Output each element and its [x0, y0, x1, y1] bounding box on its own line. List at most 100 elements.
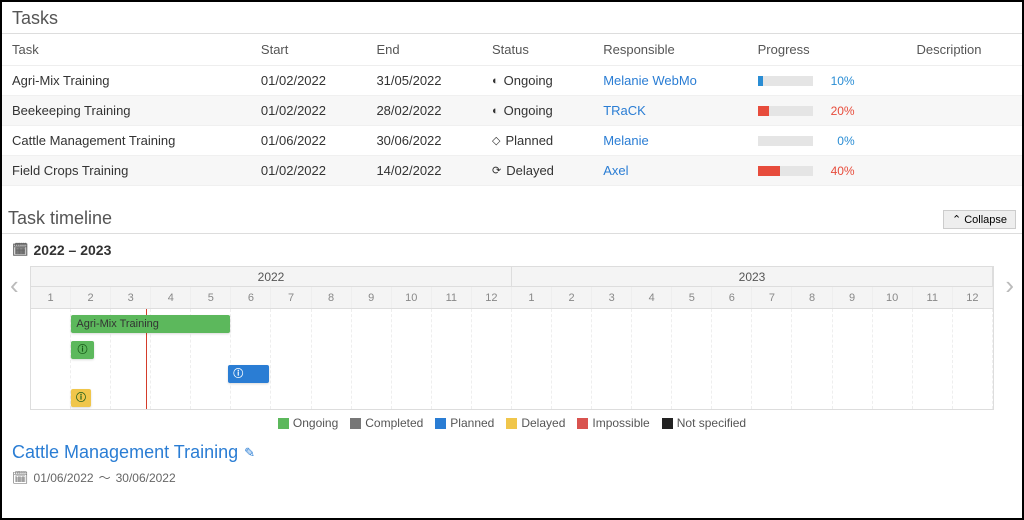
gantt-bar-planned[interactable]: ⓘ	[228, 365, 268, 383]
status-icon: ◐	[492, 75, 499, 87]
legend-item: Planned	[435, 416, 494, 430]
table-row[interactable]: Field Crops Training01/02/202214/02/2022…	[2, 156, 1022, 186]
col-status[interactable]: Status	[482, 34, 593, 66]
gantt-month-header: 11	[913, 287, 953, 308]
col-progress[interactable]: Progress	[748, 34, 907, 66]
legend-label: Planned	[450, 416, 494, 430]
gantt-month-header: 8	[312, 287, 352, 308]
responsible-link[interactable]: Melanie WebMo	[603, 73, 697, 88]
task-status: ⟳Delayed	[492, 163, 583, 178]
gantt-month-header: 1	[31, 287, 71, 308]
tasks-section-title: Tasks	[2, 2, 1022, 34]
tasks-header-row: Task Start End Status Responsible Progre…	[2, 34, 1022, 66]
legend-label: Impossible	[592, 416, 649, 430]
col-description[interactable]: Description	[906, 34, 1022, 66]
status-text: Ongoing	[504, 73, 553, 88]
timeline-title: Task timeline	[8, 208, 112, 229]
legend-swatch	[506, 418, 517, 429]
progress-value: 10%	[825, 74, 855, 88]
gantt-month-header: 12	[472, 287, 512, 308]
progress-bar	[758, 136, 813, 146]
task-detail-end: 30/06/2022	[116, 471, 176, 485]
gantt-prev-button[interactable]: ‹	[10, 270, 19, 301]
responsible-link[interactable]: TRaCK	[603, 103, 646, 118]
gantt-month-header: 12	[953, 287, 993, 308]
col-responsible[interactable]: Responsible	[593, 34, 747, 66]
gantt-month-header: 4	[151, 287, 191, 308]
status-text: Planned	[505, 133, 553, 148]
task-status: ◐ Ongoing	[492, 73, 583, 88]
gantt-bar-ongoing[interactable]: ⓘ	[71, 341, 93, 359]
gantt-month-header: 5	[191, 287, 231, 308]
progress-bar	[758, 106, 813, 116]
col-start[interactable]: Start	[251, 34, 367, 66]
task-name: Field Crops Training	[2, 156, 251, 186]
gantt-month-header: 1	[512, 287, 552, 308]
gantt-month-header: 11	[432, 287, 472, 308]
progress-bar	[758, 76, 813, 86]
task-name: Beekeeping Training	[2, 96, 251, 126]
task-end: 28/02/2022	[366, 96, 482, 126]
edit-icon[interactable]: ✎	[244, 445, 255, 461]
responsible-link[interactable]: Melanie	[603, 133, 649, 148]
col-task[interactable]: Task	[2, 34, 251, 66]
task-detail-title[interactable]: Cattle Management Training ✎	[2, 436, 1022, 465]
progress-value: 0%	[825, 134, 855, 148]
gantt-month-header: 3	[111, 287, 151, 308]
legend-item: Completed	[350, 416, 423, 430]
task-description	[906, 126, 1022, 156]
gantt-month-header: 7	[752, 287, 792, 308]
gantt-bar-ongoing[interactable]: Agri-Mix Training	[71, 315, 230, 333]
task-description	[906, 96, 1022, 126]
gantt-month-header: 9	[833, 287, 873, 308]
chevron-up-icon: ⌃	[952, 213, 961, 226]
task-detail-title-text: Cattle Management Training	[12, 442, 238, 463]
gantt-month-header: 4	[632, 287, 672, 308]
legend-swatch	[577, 418, 588, 429]
progress-value: 40%	[825, 164, 855, 178]
legend-label: Completed	[365, 416, 423, 430]
task-start: 01/02/2022	[251, 156, 367, 186]
gantt-chart: 20222023 123456789101112123456789101112 …	[30, 266, 994, 410]
info-icon: ⓘ	[77, 345, 87, 356]
legend-swatch	[350, 418, 361, 429]
tasks-table: Task Start End Status Responsible Progre…	[2, 34, 1022, 186]
legend-swatch	[662, 418, 673, 429]
progress-bar	[758, 166, 813, 176]
year-range-text: 2022 – 2023	[34, 242, 112, 258]
table-row[interactable]: Cattle Management Training01/06/202230/0…	[2, 126, 1022, 156]
gantt-year-header: 2022	[31, 267, 512, 286]
calendar-icon: 🗓	[12, 242, 29, 258]
table-row[interactable]: Agri-Mix Training01/02/202231/05/2022◐On…	[2, 66, 1022, 96]
gantt-month-header: 7	[271, 287, 311, 308]
table-row[interactable]: Beekeeping Training01/02/202228/02/2022◐…	[2, 96, 1022, 126]
legend-item: Delayed	[506, 416, 565, 430]
task-description	[906, 66, 1022, 96]
gantt-bar-delayed[interactable]: ⓘ	[71, 389, 90, 407]
task-detail-dates: 🗓 01/06/2022 ～ 30/06/2022	[2, 465, 1022, 490]
responsible-link[interactable]: Axel	[603, 163, 628, 178]
collapse-button[interactable]: ⌃ Collapse	[943, 210, 1016, 229]
gantt-month-header: 3	[592, 287, 632, 308]
gantt-month-header: 6	[231, 287, 271, 308]
gantt-month-header: 6	[712, 287, 752, 308]
task-name: Cattle Management Training	[2, 126, 251, 156]
date-separator: ～	[99, 469, 111, 486]
gantt-next-button[interactable]: ›	[1005, 270, 1014, 301]
gantt-month-header: 10	[873, 287, 913, 308]
task-status: ◇Planned	[492, 133, 583, 148]
status-icon: ⟳	[492, 164, 501, 177]
gantt-month-header: 2	[71, 287, 111, 308]
legend-swatch	[278, 418, 289, 429]
task-detail-start: 01/06/2022	[34, 471, 94, 485]
col-end[interactable]: End	[366, 34, 482, 66]
task-start: 01/02/2022	[251, 96, 367, 126]
gantt-month-header: 8	[792, 287, 832, 308]
legend-item: Impossible	[577, 416, 649, 430]
legend-label: Delayed	[521, 416, 565, 430]
calendar-icon: 🗓	[12, 470, 29, 486]
collapse-label: Collapse	[964, 214, 1007, 226]
legend-swatch	[435, 418, 446, 429]
legend-label: Ongoing	[293, 416, 338, 430]
legend-item: Not specified	[662, 416, 746, 430]
